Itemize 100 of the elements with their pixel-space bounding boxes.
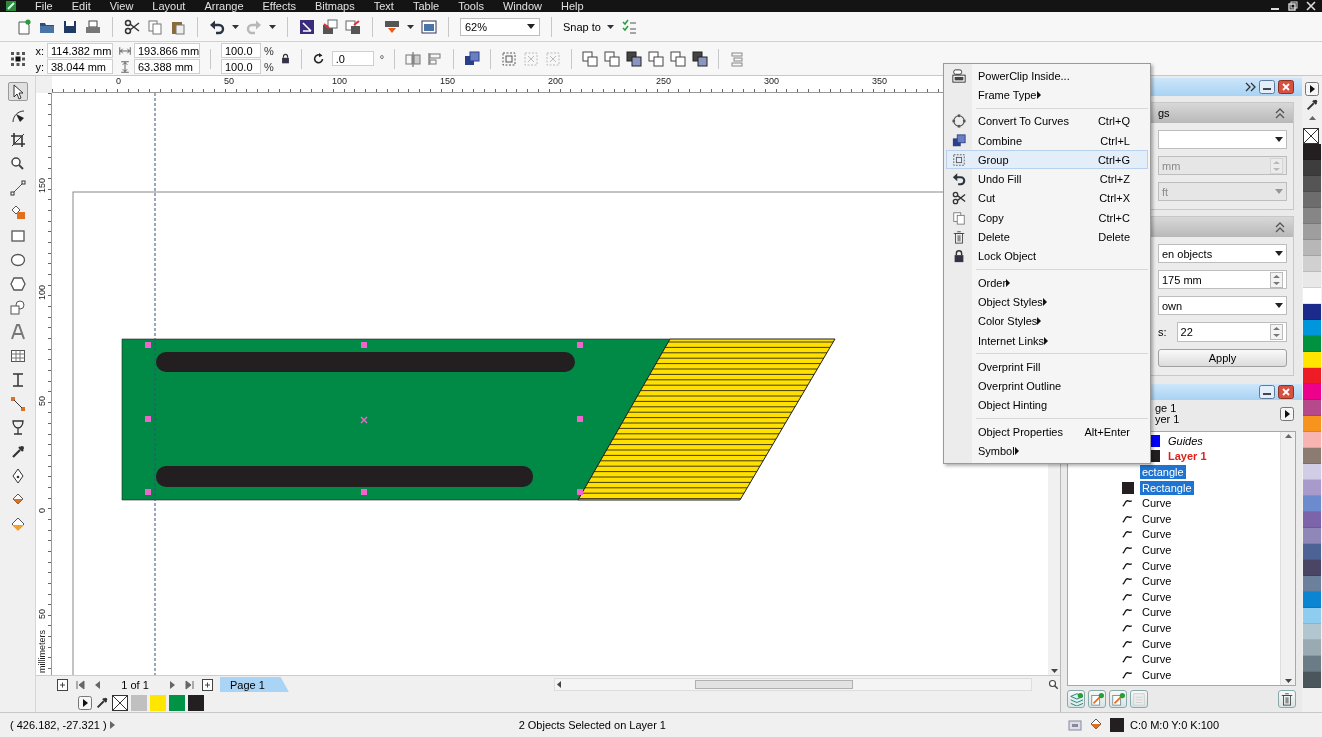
selection-handle[interactable]	[361, 489, 367, 495]
color-swatch[interactable]	[1303, 672, 1321, 688]
node-tool-icon[interactable]	[9, 107, 26, 124]
caret-icon[interactable]	[232, 24, 239, 29]
menu-item[interactable]: Text	[373, 0, 394, 12]
center-marker-icon[interactable]	[360, 416, 368, 424]
color-swatch[interactable]	[1303, 352, 1321, 368]
lock-icon[interactable]	[279, 53, 291, 64]
color-swatch[interactable]	[1303, 368, 1321, 384]
selection-handle[interactable]	[145, 416, 151, 422]
color-swatch[interactable]	[188, 694, 204, 711]
color-swatch[interactable]	[1303, 336, 1321, 352]
ellipse-icon[interactable]	[9, 251, 26, 268]
color-swatch[interactable]	[1303, 448, 1321, 464]
menu-item[interactable]: Layout	[152, 0, 186, 12]
shape-pair-icon[interactable]	[582, 50, 599, 67]
color-swatch[interactable]	[1303, 240, 1321, 256]
color-swatch[interactable]	[1303, 176, 1321, 192]
rectangle-icon[interactable]	[9, 227, 26, 244]
color-swatch[interactable]	[169, 694, 185, 711]
line-tool-icon[interactable]	[9, 179, 26, 196]
no-color-icon[interactable]	[112, 694, 128, 711]
last-page-icon[interactable]	[184, 678, 195, 691]
color-swatch[interactable]	[1303, 384, 1321, 400]
menu-item[interactable]: Delete Delete	[946, 227, 1148, 247]
tree-item[interactable]: Curve	[1140, 574, 1174, 589]
color-swatch[interactable]	[1303, 160, 1321, 176]
restore-window-icon[interactable]	[1288, 1, 1298, 11]
double-chevron-up-icon[interactable]	[1275, 107, 1285, 119]
selection-handle[interactable]	[145, 489, 151, 495]
color-swatch[interactable]	[1303, 544, 1321, 560]
new-layer-icon[interactable]	[1090, 692, 1104, 706]
color-swatch[interactable]	[1303, 432, 1321, 448]
color-swatch[interactable]	[1303, 416, 1321, 432]
align-icon[interactable]	[427, 50, 444, 67]
layer-stack-icon[interactable]	[1069, 692, 1083, 706]
tree-item[interactable]: Guides	[1166, 433, 1205, 448]
snap-to-dropdown[interactable]: Snap to	[563, 20, 614, 33]
shapes-icon[interactable]	[9, 299, 26, 316]
shape-pair-dark-icon[interactable]	[692, 50, 709, 67]
crop-icon[interactable]	[9, 131, 26, 148]
menu-item[interactable]: View	[109, 0, 134, 12]
goblet-icon[interactable]	[9, 419, 26, 436]
combine-icon[interactable]	[464, 50, 481, 67]
trash-icon[interactable]	[1280, 692, 1294, 706]
color-swatch[interactable]	[1303, 480, 1321, 496]
color-swatch[interactable]	[1303, 512, 1321, 528]
menu-item[interactable]: Effects	[262, 0, 296, 12]
rotate-icon[interactable]	[311, 51, 326, 66]
menu-item[interactable]: Overprint Outline	[946, 376, 1148, 396]
tree-item[interactable]: ectangle	[1140, 465, 1186, 479]
close-icon[interactable]	[1278, 385, 1294, 399]
color-swatch[interactable]	[1303, 592, 1321, 608]
menu-item[interactable]: Object Styles	[946, 292, 1148, 312]
tree-item[interactable]: Curve	[1140, 620, 1174, 635]
text-tool-icon[interactable]	[9, 323, 26, 340]
reference-point-icon[interactable]	[10, 50, 26, 67]
selection-handle[interactable]	[577, 416, 583, 422]
horizontal-scrollbar[interactable]	[554, 678, 1032, 691]
tree-item[interactable]: Curve	[1140, 542, 1174, 557]
shape-pair-dark-icon[interactable]	[626, 50, 643, 67]
checklist-icon[interactable]	[620, 18, 637, 35]
tree-item[interactable]: Curve	[1140, 667, 1174, 682]
tree-item[interactable]: Curve	[1140, 605, 1174, 620]
double-chevron-icon[interactable]	[1245, 81, 1256, 93]
screen-icon[interactable]	[421, 18, 437, 35]
tree-item[interactable]: Curve	[1140, 527, 1174, 542]
tree-item[interactable]: Curve	[1140, 558, 1174, 573]
hexagon-icon[interactable]	[9, 275, 26, 292]
menu-item[interactable]: Group Ctrl+G	[946, 150, 1148, 170]
eyedropper-icon[interactable]	[1305, 98, 1319, 112]
color-swatch[interactable]	[1303, 304, 1321, 320]
tree-item[interactable]: Curve	[1140, 652, 1174, 667]
caret-icon[interactable]	[407, 24, 414, 29]
new-document-icon[interactable]	[16, 18, 32, 35]
rotation-field[interactable]: .0	[331, 51, 374, 66]
dropdown-field[interactable]: en objects	[1158, 244, 1287, 263]
spin-field[interactable]: 175 mm	[1158, 270, 1287, 289]
publish-icon[interactable]	[384, 18, 400, 35]
menu-item[interactable]: Copy Ctrl+C	[946, 208, 1148, 228]
menu-item[interactable]: Undo Fill Ctrl+Z	[946, 169, 1148, 189]
spin-field[interactable]: 22	[1176, 322, 1287, 342]
zoom-dropdown[interactable]: 62%	[460, 17, 540, 36]
color-swatch[interactable]	[1303, 224, 1321, 240]
page-add-icon[interactable]	[56, 677, 69, 692]
table-icon[interactable]	[9, 347, 26, 364]
menu-item[interactable]: Bitmaps	[314, 0, 355, 12]
scroll-up-icon[interactable]	[1283, 432, 1293, 440]
fill-tool-icon[interactable]	[9, 515, 26, 532]
printer-icon[interactable]	[85, 18, 101, 35]
dropdown-field[interactable]	[1158, 130, 1287, 149]
height-field[interactable]: 63.388 mm	[134, 59, 200, 74]
first-page-icon[interactable]	[75, 678, 86, 691]
guide-line[interactable]	[154, 93, 156, 675]
striped-parallelogram[interactable]	[577, 338, 836, 501]
menu-item[interactable]: Order	[946, 272, 1148, 293]
color-swatch[interactable]	[1303, 192, 1321, 208]
scroll-up-icon[interactable]	[1307, 114, 1317, 122]
selection-handle[interactable]	[577, 489, 583, 495]
menu-item[interactable]: Window	[502, 0, 542, 12]
